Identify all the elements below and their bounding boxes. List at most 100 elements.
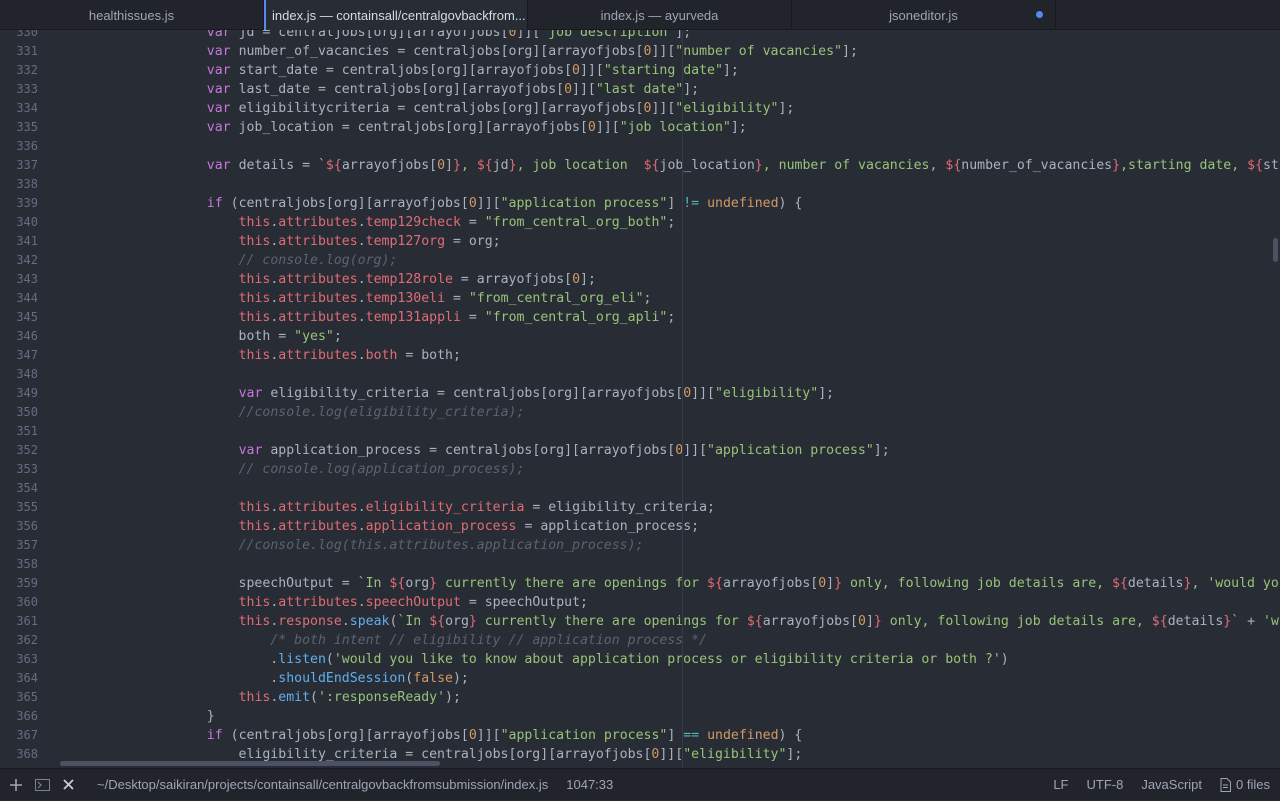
code-token: this bbox=[238, 291, 271, 306]
code-line[interactable]: 366 } bbox=[0, 707, 1280, 726]
code-token: 'w bbox=[1263, 614, 1279, 629]
code-line[interactable]: 349 var eligibility_criteria = centraljo… bbox=[0, 384, 1280, 403]
code-line[interactable]: 364 .shouldEndSession(false); bbox=[0, 669, 1280, 688]
code-line[interactable]: 340 this.attributes.temp129check = "from… bbox=[0, 213, 1280, 232]
tab-index-ayurveda[interactable]: index.js — ayurveda bbox=[528, 0, 792, 30]
code-line[interactable]: 351 bbox=[0, 422, 1280, 441]
line-number: 367 bbox=[16, 728, 38, 742]
code-token: currently there are openings for bbox=[437, 576, 708, 591]
code-token: ); bbox=[445, 690, 461, 705]
code-token: both bbox=[365, 348, 398, 363]
tab-healthissues[interactable]: healthissues.js bbox=[0, 0, 264, 30]
code-line[interactable]: 331 var number_of_vacancies = centraljob… bbox=[0, 42, 1280, 61]
code-token: == bbox=[683, 728, 700, 743]
grammar[interactable]: JavaScript bbox=[1141, 777, 1202, 792]
code-line[interactable]: 367 if (centraljobs[org][arrayofjobs[0]]… bbox=[0, 726, 1280, 745]
git-files[interactable]: 0 files bbox=[1220, 777, 1270, 792]
editor-lines: 330 var jd = centraljobs[org][arrayofjob… bbox=[0, 30, 1280, 764]
code-line[interactable]: 360 this.attributes.speechOutput = speec… bbox=[0, 593, 1280, 612]
code-token: . bbox=[357, 272, 366, 287]
code-line[interactable]: 346 both = "yes"; bbox=[0, 327, 1280, 346]
cursor-position[interactable]: 1047:33 bbox=[566, 777, 613, 792]
tab-index-centralgov[interactable]: index.js — containsall/centralgovbackfro… bbox=[264, 0, 528, 30]
code-line[interactable]: 341 this.attributes.temp127org = org; bbox=[0, 232, 1280, 251]
code-token: (centraljobs[org][arrayofjobs[ bbox=[222, 728, 469, 743]
vertical-scrollbar[interactable] bbox=[1273, 238, 1278, 262]
code-token: //console.log(this.attributes.applicatio… bbox=[238, 538, 644, 553]
code-line[interactable]: 333 var last_date = centraljobs[org][arr… bbox=[0, 80, 1280, 99]
terminal-icon[interactable] bbox=[29, 769, 55, 801]
code-line[interactable]: 350 //console.log(eligibility_criteria); bbox=[0, 403, 1280, 422]
code-token: only, following job details are, bbox=[842, 576, 1113, 591]
code-line[interactable]: 358 bbox=[0, 555, 1280, 574]
line-number: 330 bbox=[16, 30, 38, 39]
code-line[interactable]: 338 bbox=[0, 175, 1280, 194]
code-line[interactable]: 362 /* both intent // eligibility // app… bbox=[0, 631, 1280, 650]
file-path[interactable]: ~/Desktop/saikiran/projects/containsall/… bbox=[97, 777, 548, 792]
code-line[interactable]: 335 var job_location = centraljobs[org][… bbox=[0, 118, 1280, 137]
code-token: ]][ bbox=[683, 443, 708, 458]
code-line[interactable]: 363 .listen('would you like to know abou… bbox=[0, 650, 1280, 669]
code-line[interactable]: 332 var start_date = centraljobs[org][ar… bbox=[0, 61, 1280, 80]
code-line[interactable]: 336 bbox=[0, 137, 1280, 156]
code-token: = bbox=[445, 291, 469, 306]
line-number: 347 bbox=[16, 348, 38, 362]
code-token: ] bbox=[445, 158, 453, 173]
code-token: ) { bbox=[778, 728, 803, 743]
code-token: this bbox=[238, 215, 271, 230]
tab-jsoneditor[interactable]: jsoneditor.js bbox=[792, 0, 1056, 30]
code-token: // console.log(application_process); bbox=[238, 462, 525, 477]
code-line[interactable]: 365 this.emit(':responseReady'); bbox=[0, 688, 1280, 707]
code-line[interactable]: 353 // console.log(application_process); bbox=[0, 460, 1280, 479]
code-line[interactable]: 342 // console.log(org); bbox=[0, 251, 1280, 270]
code-text: this.attributes.temp131appli = "from_cen… bbox=[48, 308, 676, 327]
code-token: var bbox=[238, 386, 263, 401]
code-token: undefined bbox=[707, 728, 779, 743]
code-token: ( bbox=[325, 652, 334, 667]
code-token: . bbox=[357, 234, 366, 249]
code-token: "application process" bbox=[500, 196, 668, 211]
encoding[interactable]: UTF-8 bbox=[1086, 777, 1123, 792]
code-line[interactable]: 357 //console.log(this.attributes.applic… bbox=[0, 536, 1280, 555]
code-line[interactable]: 330 var jd = centraljobs[org][arrayofjob… bbox=[0, 30, 1280, 42]
line-ending[interactable]: LF bbox=[1053, 777, 1068, 792]
code-line[interactable]: 343 this.attributes.temp128role = arrayo… bbox=[0, 270, 1280, 289]
code-token: this bbox=[238, 614, 271, 629]
code-token: ]; bbox=[675, 30, 692, 40]
close-icon[interactable] bbox=[55, 769, 81, 801]
line-number: 336 bbox=[16, 139, 38, 153]
line-number: 359 bbox=[16, 576, 38, 590]
code-token: application_process = centraljobs[org][a… bbox=[262, 443, 676, 458]
code-line[interactable]: 345 this.attributes.temp131appli = "from… bbox=[0, 308, 1280, 327]
code-line[interactable]: 356 this.attributes.application_process … bbox=[0, 517, 1280, 536]
code-line[interactable]: 347 this.attributes.both = both; bbox=[0, 346, 1280, 365]
code-token: false bbox=[413, 671, 453, 686]
code-line[interactable]: 348 bbox=[0, 365, 1280, 384]
code-token: shouldEndSession bbox=[278, 671, 406, 686]
code-token: details = bbox=[230, 158, 318, 173]
code-line[interactable]: 355 this.attributes.eligibility_criteria… bbox=[0, 498, 1280, 517]
code-token: ) { bbox=[778, 196, 803, 211]
code-token: ]][ bbox=[476, 728, 501, 743]
code-line[interactable]: 352 var application_process = centraljob… bbox=[0, 441, 1280, 460]
code-token: currently there are openings for bbox=[476, 614, 747, 629]
code-token: ] bbox=[667, 728, 684, 743]
code-line[interactable]: 359 speechOutput = `In ${org} currently … bbox=[0, 574, 1280, 593]
code-line[interactable]: 344 this.attributes.temp130eli = "from_c… bbox=[0, 289, 1280, 308]
code-line[interactable]: 334 var eligibilitycriteria = centraljob… bbox=[0, 99, 1280, 118]
line-number: 366 bbox=[16, 709, 38, 723]
code-line[interactable]: 361 this.response.speak(`In ${org} curre… bbox=[0, 612, 1280, 631]
add-icon[interactable] bbox=[3, 769, 29, 801]
code-line[interactable]: 337 var details = `${arrayofjobs[0]}, ${… bbox=[0, 156, 1280, 175]
code-token: st bbox=[1263, 158, 1279, 173]
code-token: both = bbox=[48, 329, 295, 344]
code-line[interactable]: 339 if (centraljobs[org][arrayofjobs[0]]… bbox=[0, 194, 1280, 213]
code-line[interactable]: 354 bbox=[0, 479, 1280, 498]
horizontal-scrollbar[interactable] bbox=[60, 761, 440, 766]
code-editor[interactable]: 330 var jd = centraljobs[org][arrayofjob… bbox=[0, 30, 1280, 768]
